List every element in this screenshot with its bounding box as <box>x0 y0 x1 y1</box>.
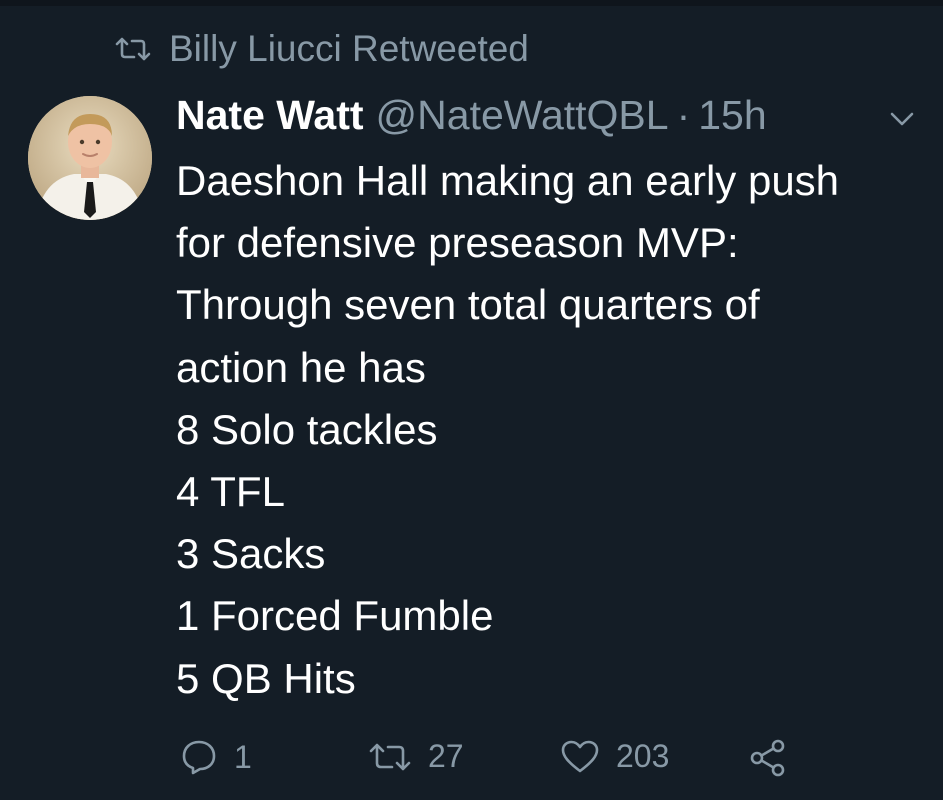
tweet-text: Daeshon Hall making an early push for de… <box>176 150 926 710</box>
like-count: 203 <box>616 738 670 774</box>
top-divider <box>0 0 943 6</box>
reply-button[interactable]: 1 <box>180 738 252 776</box>
retweet-context[interactable]: Billy Liucci Retweeted <box>115 28 529 70</box>
reply-icon <box>180 738 218 776</box>
tweet-line: 1 Forced Fumble <box>176 592 494 640</box>
tweet-line: 5 QB Hits <box>176 654 356 702</box>
tweet-line: Daeshon Hall making an early push <box>176 157 840 204</box>
tweet-line: 3 Sacks <box>176 530 326 578</box>
retweet-button[interactable]: 27 <box>368 738 464 775</box>
retweet-context-text: Billy Liucci Retweeted <box>169 28 529 69</box>
tweet-actions: 1 27 203 <box>0 738 943 788</box>
tweet-line: 4 TFL <box>176 468 285 516</box>
heart-icon <box>560 739 600 775</box>
avatar[interactable] <box>28 96 152 220</box>
tweet-header: Nate Watt @NateWattQBL · 15h <box>176 92 767 139</box>
chevron-down-icon[interactable] <box>888 110 916 133</box>
tweet-line: for defensive preseason MVP: <box>176 219 739 267</box>
retweet-count: 27 <box>428 738 464 774</box>
share-icon <box>748 738 788 778</box>
author-handle[interactable]: @NateWattQBL <box>376 92 669 139</box>
retweet-icon <box>368 741 412 773</box>
retweet-icon <box>115 36 151 62</box>
separator: · <box>676 92 691 138</box>
author-name[interactable]: Nate Watt <box>176 92 364 139</box>
like-button[interactable]: 203 <box>560 738 669 775</box>
timestamp[interactable]: 15h <box>698 92 766 139</box>
tweet-line: 8 Solo tackles <box>176 405 438 453</box>
tweet-line: Through seven total quarters of <box>176 281 760 329</box>
reply-count: 1 <box>234 738 252 775</box>
tweet-line: action he has <box>176 343 426 391</box>
share-button[interactable] <box>748 738 788 778</box>
